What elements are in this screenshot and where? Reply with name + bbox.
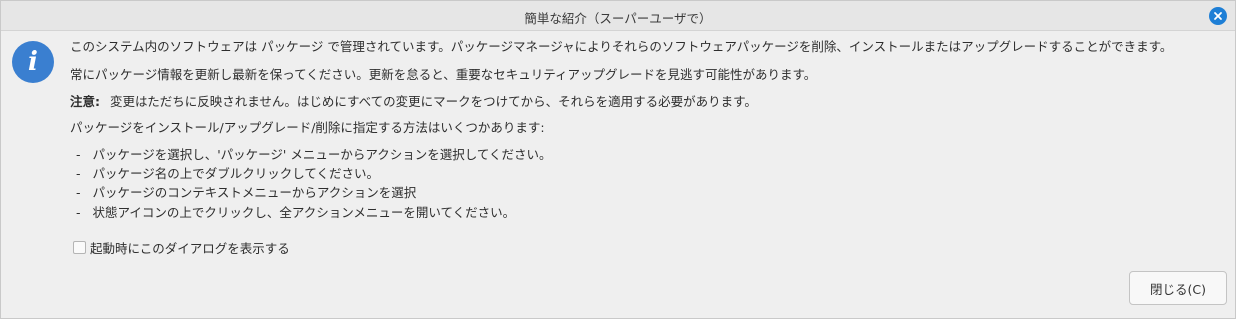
note-label: 注意: — [70, 94, 100, 109]
bullet-mark: - — [76, 166, 81, 181]
list-item: - パッケージ名の上でダブルクリックしてください。 — [76, 166, 379, 182]
dialog-window: 簡単な紹介（スーパーユーザで） i このシステム内のソフトウェアは パッケージ … — [0, 0, 1236, 319]
message-line-1: このシステム内のソフトウェアは パッケージ で管理されています。パッケージマネー… — [70, 39, 1173, 54]
show-on-startup-checkbox[interactable] — [73, 241, 86, 254]
methods-intro: パッケージをインストール/アップグレード/削除に指定する方法はいくつかあります: — [70, 120, 545, 135]
note-line: 注意: 変更はただちに反映されません。はじめにすべての変更にマークをつけてから、… — [70, 94, 757, 110]
list-item: - パッケージを選択し、'パッケージ' メニューからアクションを選択してください… — [76, 147, 551, 163]
close-window-button[interactable] — [1209, 7, 1227, 25]
bullet-mark: - — [76, 185, 81, 200]
method-text: 状態アイコンの上でクリックし、全アクションメニューを開いてください。 — [92, 205, 516, 220]
info-icon: i — [12, 41, 54, 83]
method-text: パッケージのコンテキストメニューからアクションを選択 — [92, 185, 417, 200]
close-icon — [1214, 12, 1222, 20]
note-text: 変更はただちに反映されません。はじめにすべての変更にマークをつけてから、それらを… — [109, 94, 757, 109]
message-line-2: 常にパッケージ情報を更新し最新を保ってください。更新を怠ると、重要なセキュリティ… — [70, 67, 817, 82]
show-on-startup-option[interactable]: 起動時にこのダイアログを表示する — [73, 238, 290, 257]
list-item: - パッケージのコンテキストメニューからアクションを選択 — [76, 185, 416, 201]
show-on-startup-label[interactable]: 起動時にこのダイアログを表示する — [90, 238, 290, 257]
method-text: パッケージ名の上でダブルクリックしてください。 — [92, 166, 380, 181]
bullet-mark: - — [76, 147, 81, 162]
list-item: - 状態アイコンの上でクリックし、全アクションメニューを開いてください。 — [76, 205, 515, 221]
window-title: 簡単な紹介（スーパーユーザで） — [524, 11, 712, 26]
close-button[interactable]: 閉じる(C) — [1129, 271, 1227, 305]
method-text: パッケージを選択し、'パッケージ' メニューからアクションを選択してください。 — [92, 147, 552, 162]
bullet-mark: - — [76, 205, 81, 220]
title-bar: 簡単な紹介（スーパーユーザで） — [1, 1, 1235, 31]
